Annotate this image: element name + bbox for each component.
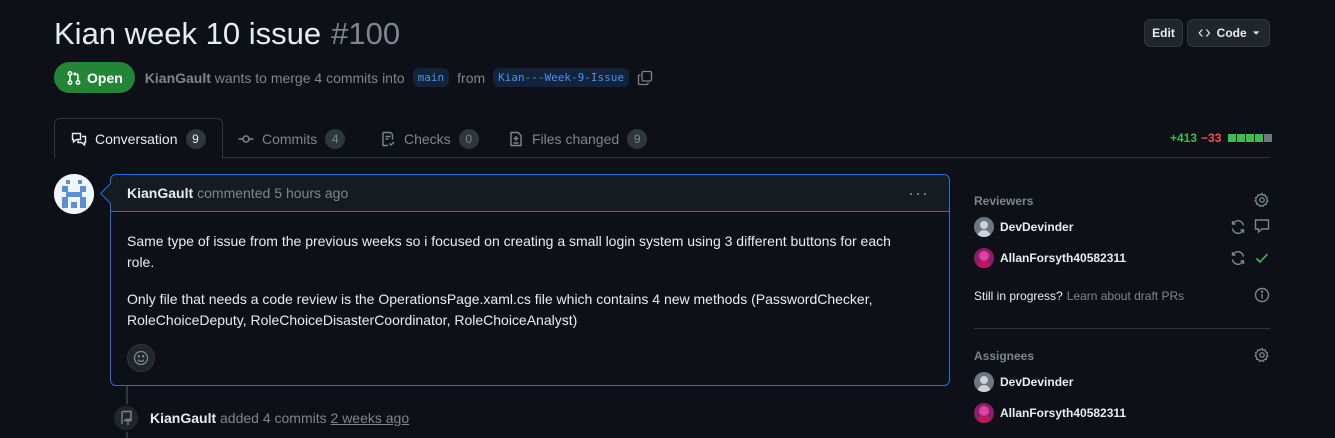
tab-checks-label: Checks (404, 130, 451, 147)
assignee-name: DevDevinder (1000, 375, 1074, 389)
tab-checks[interactable]: Checks 0 (364, 118, 495, 159)
comment-paragraph: Only file that needs a code review is th… (127, 291, 873, 328)
tab-files-changed-count: 9 (627, 128, 648, 149)
merge-text: wants to merge 4 commits into (214, 69, 405, 86)
event-action: added 4 commits (220, 410, 327, 426)
tab-files-changed[interactable]: Files changed 9 (492, 118, 663, 159)
comment-author-link[interactable]: KianGault (127, 185, 193, 201)
pr-title-row: Kian week 10 issue #100 (54, 16, 400, 52)
event-timestamp[interactable]: 2 weeks ago (331, 410, 410, 426)
sidebar-divider (974, 328, 1270, 329)
comment-timestamp[interactable]: 5 hours ago (274, 185, 348, 201)
pull-request-icon (67, 70, 81, 85)
assignee-item[interactable]: DevDevinder (974, 372, 1073, 392)
status-badge-label: Open (87, 69, 123, 86)
code-button-label: Code (1216, 26, 1247, 40)
tab-checks-count: 0 (458, 128, 479, 149)
avatar (974, 372, 994, 392)
pr-tabs: Conversation 9 Commits 4 Checks 0 Files … (54, 118, 1270, 159)
edit-button[interactable]: Edit (1144, 19, 1183, 47)
draft-docs-link[interactable]: Learn about draft PRs (1067, 289, 1184, 303)
pr-state-row: Open KianGault wants to merge 4 commits … (54, 62, 653, 93)
code-icon (1198, 29, 1211, 37)
file-diff-icon (510, 131, 522, 146)
avatar (974, 403, 994, 423)
diff-additions: +413 (1170, 131, 1198, 145)
avatar (974, 217, 994, 237)
diff-deletions: −33 (1201, 131, 1222, 145)
event-author-link[interactable]: KianGault (150, 410, 216, 426)
avatar (974, 248, 994, 268)
tab-conversation-label: Conversation (95, 130, 178, 147)
event-text: KianGault added 4 commits 2 weeks ago (150, 410, 409, 426)
tab-conversation-count: 9 (185, 128, 206, 149)
avatar[interactable] (54, 174, 94, 214)
status-badge: Open (54, 62, 135, 93)
draft-hint: Still in progress? Learn about draft PRs (974, 289, 1184, 303)
assignees-heading: Assignees (974, 349, 1035, 363)
comment-card: KianGault commented 5 hours ago ··· Same… (110, 174, 950, 386)
assignee-name: AllanForsyth40582311 (1000, 406, 1127, 420)
reviewer-item[interactable]: AllanForsyth40582311 (974, 248, 1126, 268)
pr-number: #100 (331, 16, 401, 51)
from-label: from (457, 69, 486, 86)
tab-files-changed-label: Files changed (532, 130, 620, 147)
reviewers-heading: Reviewers (974, 194, 1034, 208)
assignee-item[interactable]: AllanForsyth40582311 (974, 403, 1126, 423)
head-branch[interactable]: Kian---Week-9-Issue (493, 68, 629, 87)
comment-action: commented (197, 185, 271, 201)
identicon-image (54, 174, 94, 214)
commit-icon (238, 134, 254, 143)
base-branch[interactable]: main (412, 68, 450, 87)
draft-question: Still in progress? (974, 289, 1063, 303)
comment-header: KianGault commented 5 hours ago ··· (111, 175, 949, 212)
info-icon[interactable] (1254, 287, 1270, 303)
comment-icon (1254, 219, 1270, 234)
caret-down-icon (1252, 31, 1259, 35)
re-request-review-icon[interactable] (1230, 250, 1246, 266)
copy-icon[interactable] (637, 70, 653, 86)
diffstat: +413 −33 (1170, 131, 1273, 145)
add-reaction-button[interactable] (127, 344, 155, 372)
checklist-icon (382, 131, 395, 146)
timeline-event: KianGault added 4 commits 2 weeks ago (112, 404, 409, 432)
gear-icon[interactable] (1254, 192, 1270, 208)
comment-discussion-icon (71, 132, 87, 146)
comment-paragraph: Same type of issue from the previous wee… (127, 233, 891, 270)
diffstat-bar (1227, 134, 1273, 142)
reviewer-name: AllanForsyth40582311 (1000, 251, 1127, 265)
tab-commits-label: Commits (262, 130, 318, 147)
repo-push-icon (112, 404, 140, 432)
re-request-review-icon[interactable] (1230, 219, 1246, 235)
reviewer-item[interactable]: DevDevinder (974, 217, 1073, 237)
check-icon (1255, 253, 1269, 264)
tab-commits[interactable]: Commits 4 (222, 118, 361, 159)
kebab-menu-icon[interactable]: ··· (908, 183, 929, 204)
pr-author-link[interactable]: KianGault (145, 70, 211, 86)
smiley-icon (133, 350, 149, 366)
comment-body: Same type of issue from the previous wee… (127, 231, 917, 347)
pr-title: Kian week 10 issue (54, 16, 322, 51)
gear-icon[interactable] (1254, 347, 1270, 363)
tab-commits-count: 4 (325, 128, 346, 149)
merge-summary: KianGault wants to merge 4 commits into (145, 70, 405, 86)
reviewer-name: DevDevinder (1000, 220, 1074, 234)
code-button[interactable]: Code (1187, 19, 1270, 47)
tab-conversation[interactable]: Conversation 9 (54, 118, 223, 159)
